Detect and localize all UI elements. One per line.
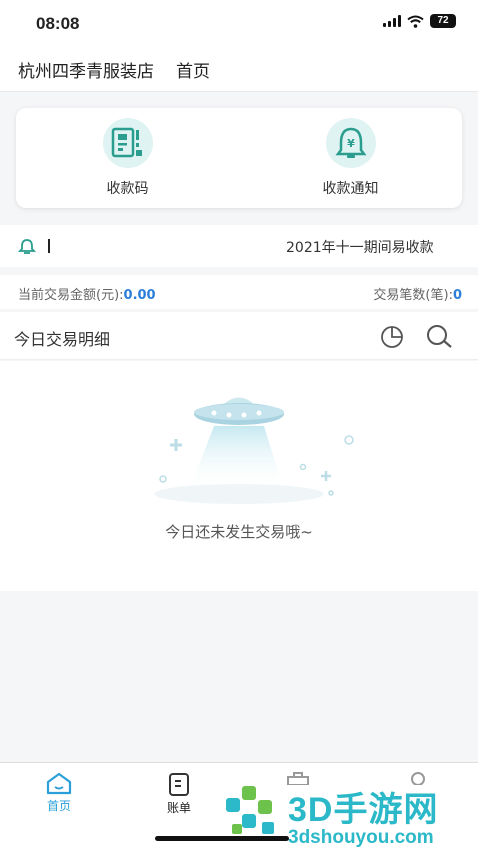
detail-actions (378, 323, 456, 349)
quick-actions-card: 收款码 ¥ 收款通知 (16, 108, 462, 208)
count-label: 交易笔数(笔): (373, 288, 453, 303)
qr-code-button[interactable]: 收款码 (16, 108, 239, 208)
detail-header: 今日交易明细 (0, 312, 478, 360)
home-icon (46, 772, 72, 795)
wifi-icon (407, 15, 424, 28)
detail-title: 今日交易明细 (14, 330, 111, 349)
notice-text: 2021年十一期间易收款 (286, 240, 434, 256)
status-time: 08:08 (36, 14, 80, 33)
watermark-main: 3D手游网 (288, 791, 439, 829)
notice-bar[interactable]: 2021年十一期间易收款 (0, 225, 478, 267)
tab-home[interactable]: 首页 (29, 771, 89, 814)
amount-value: 0.00 (123, 288, 156, 303)
status-icons: 72 (383, 14, 456, 28)
amount-label: 当前交易金额(元): (18, 288, 124, 303)
search-icon[interactable] (424, 323, 456, 349)
ufo-illustration (154, 397, 354, 504)
store-name: 杭州四季青服装店 (18, 62, 154, 82)
announcement-icon (18, 239, 36, 254)
tab-home-label: 首页 (46, 799, 71, 813)
empty-state: 今日还未发生交易哦~ (0, 361, 478, 591)
page-title: 首页 (176, 62, 210, 82)
watermark-sub: 3dshouyou.com (288, 827, 434, 848)
signal-icon (383, 15, 401, 27)
qr-code-icon (102, 118, 153, 168)
amount-stat: 当前交易金额(元):0.00 (18, 284, 156, 303)
notice-divider (48, 239, 50, 253)
svg-text:¥: ¥ (347, 137, 355, 150)
bell-yen-icon: ¥ (325, 118, 376, 168)
qr-code-label: 收款码 (106, 181, 149, 197)
watermark-logo-icon (226, 786, 274, 834)
home-indicator (155, 836, 289, 841)
tab-bill-label: 账单 (166, 801, 191, 815)
count-value: 0 (452, 288, 462, 303)
battery-icon: 72 (430, 14, 456, 28)
status-bar: 08:08 72 (0, 0, 478, 48)
empty-text: 今日还未发生交易哦~ (165, 523, 313, 541)
count-stat: 交易笔数(笔):0 (373, 284, 462, 303)
payment-notice-label: 收款通知 (322, 181, 379, 197)
tab-bill[interactable]: 账单 (149, 771, 209, 816)
pie-chart-icon[interactable] (378, 323, 408, 349)
stats-row: 当前交易金额(元):0.00 交易笔数(笔):0 (0, 275, 478, 309)
bill-icon (169, 773, 189, 796)
nav-bar: 杭州四季青服装店 首页 (0, 48, 478, 92)
payment-notice-button[interactable]: ¥ 收款通知 (239, 108, 462, 208)
watermark-text: 3D手游网 3dshouyou.com (288, 782, 438, 849)
